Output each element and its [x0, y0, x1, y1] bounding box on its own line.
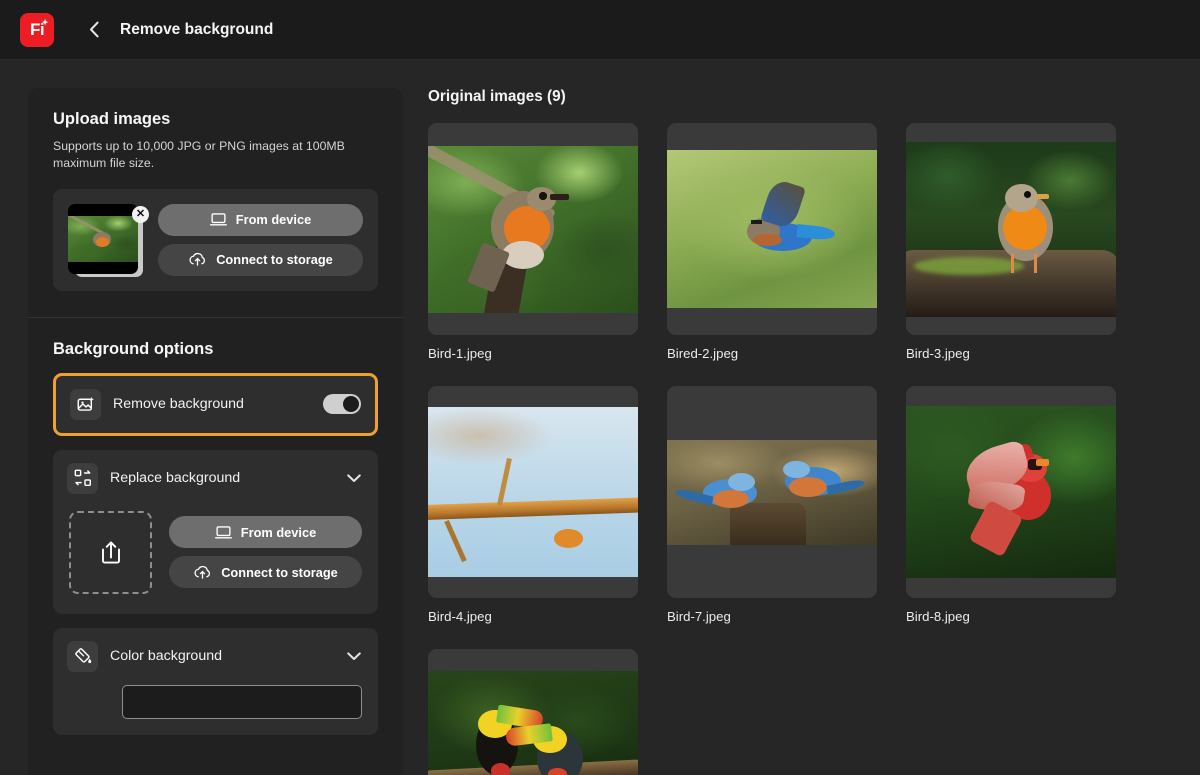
back-button[interactable] — [80, 16, 108, 44]
gallery-card-label: Bird-8.jpeg — [906, 609, 970, 624]
gallery-card-label: Bird-7.jpeg — [667, 609, 731, 624]
gallery-card-label: Bird-4.jpeg — [428, 609, 492, 624]
color-background-option[interactable]: Color background — [53, 627, 378, 735]
image-robin-log — [906, 141, 1116, 317]
remove-background-row[interactable]: Remove background — [56, 376, 375, 433]
replace-from-device-button[interactable]: From device — [169, 516, 362, 549]
image-sky-branch — [428, 407, 638, 577]
color-background-body — [53, 684, 378, 735]
upload-dropzone[interactable]: ✕ From device Connect to storage — [53, 188, 378, 291]
app-header: Fi ✦ Remove background — [0, 0, 1200, 60]
settings-panel: Upload images Supports up to 10,000 JPG … — [28, 88, 403, 775]
replace-shapes-icon — [67, 462, 98, 494]
cloud-upload-icon — [194, 565, 211, 579]
gallery-card-label: Bired-2.jpeg — [667, 346, 739, 361]
color-background-label: Color background — [110, 648, 222, 665]
cloud-upload-icon — [189, 253, 206, 267]
background-options-title: Background options — [53, 339, 214, 358]
replace-connect-storage-label: Connect to storage — [221, 564, 338, 580]
replace-background-buttons: From device Connect to storage — [169, 516, 362, 589]
gallery-thumbnail[interactable] — [428, 649, 638, 775]
gallery-card[interactable]: Bird-8.jpeg — [906, 386, 1116, 624]
gallery-card[interactable]: Bired-2.jpeg — [667, 123, 877, 361]
image-sparkle-icon — [70, 388, 101, 420]
replace-background-dropzone[interactable] — [69, 510, 152, 594]
remove-background-option[interactable]: Remove background — [53, 372, 378, 436]
upload-connect-storage-button[interactable]: Connect to storage — [158, 243, 363, 276]
background-options-section: Background options Remove background Rep… — [28, 318, 403, 749]
color-background-chevron[interactable] — [344, 646, 364, 666]
replace-connect-storage-button[interactable]: Connect to storage — [169, 556, 362, 589]
remove-thumbnail-button[interactable]: ✕ — [132, 205, 149, 223]
image-toucans — [428, 671, 638, 775]
gallery-thumbnail[interactable] — [667, 386, 877, 598]
upload-from-device-button[interactable]: From device — [158, 203, 363, 236]
remove-background-toggle[interactable] — [323, 394, 361, 415]
gallery-panel: Original images (9) Bird-1.jpeg Bired-2.… — [403, 60, 1200, 775]
gallery-thumbnail[interactable] — [667, 123, 877, 335]
replace-background-body: From device Connect to storage — [53, 507, 378, 614]
laptop-icon — [209, 213, 227, 226]
gallery-thumbnail[interactable] — [428, 386, 638, 598]
upload-images-section: Upload images Supports up to 10,000 JPG … — [28, 88, 403, 318]
paint-bucket-icon — [67, 640, 98, 672]
gallery-card-label: Bird-3.jpeg — [906, 346, 970, 361]
gallery-card[interactable]: Bird-9.jpeg — [428, 649, 638, 775]
gallery-thumbnail[interactable] — [906, 386, 1116, 598]
upload-connect-storage-label: Connect to storage — [216, 252, 333, 268]
laptop-icon — [214, 526, 232, 539]
chevron-down-icon — [347, 652, 361, 660]
gallery-card[interactable]: Bird-7.jpeg — [667, 386, 877, 624]
gallery-card[interactable]: Bird-3.jpeg — [906, 123, 1116, 361]
upload-section-title: Upload images — [53, 110, 171, 128]
image-two-bluebirds — [667, 439, 877, 545]
main-area: Upload images Supports up to 10,000 JPG … — [0, 60, 1200, 775]
firefly-logo[interactable]: Fi ✦ — [20, 12, 54, 47]
upload-section-subtitle: Supports up to 10,000 JPG or PNG images … — [53, 139, 345, 171]
image-grid: Bird-1.jpeg Bired-2.jpeg Bird-3.jpeg Bir… — [428, 123, 1200, 775]
gallery-card[interactable]: Bird-4.jpeg — [428, 386, 638, 624]
image-cardinal-flight — [906, 406, 1116, 578]
thumbnail-image — [68, 215, 138, 262]
toggle-knob — [343, 396, 359, 413]
replace-background-option[interactable]: Replace background From device Connect t… — [53, 449, 378, 614]
color-background-row[interactable]: Color background — [53, 628, 378, 685]
chevron-down-icon — [347, 474, 361, 482]
gallery-thumbnail[interactable] — [906, 123, 1116, 335]
replace-background-label: Replace background — [110, 470, 241, 487]
replace-from-device-label: From device — [240, 524, 317, 540]
color-background-input[interactable] — [122, 684, 362, 719]
gallery-card[interactable]: Bird-1.jpeg — [428, 123, 638, 361]
page-title: Remove background — [120, 20, 274, 38]
image-robin-branch — [428, 145, 638, 313]
replace-background-chevron[interactable] — [344, 468, 364, 488]
gallery-card-label: Bird-1.jpeg — [428, 346, 492, 361]
remove-background-label: Remove background — [113, 396, 244, 413]
sparkle-icon: ✦ — [41, 17, 49, 27]
uploaded-thumbnail-stack: ✕ — [68, 203, 149, 277]
gallery-title: Original images (9) — [428, 88, 566, 105]
upload-from-device-label: From device — [235, 212, 312, 228]
uploaded-thumbnail[interactable] — [68, 203, 138, 274]
upload-buttons: From device Connect to storage — [158, 203, 363, 276]
image-bluebird-flight — [667, 150, 877, 308]
replace-background-row[interactable]: Replace background — [53, 450, 378, 507]
upload-arrow-icon — [101, 541, 120, 564]
chevron-left-icon — [89, 21, 99, 38]
gallery-thumbnail[interactable] — [428, 123, 638, 335]
